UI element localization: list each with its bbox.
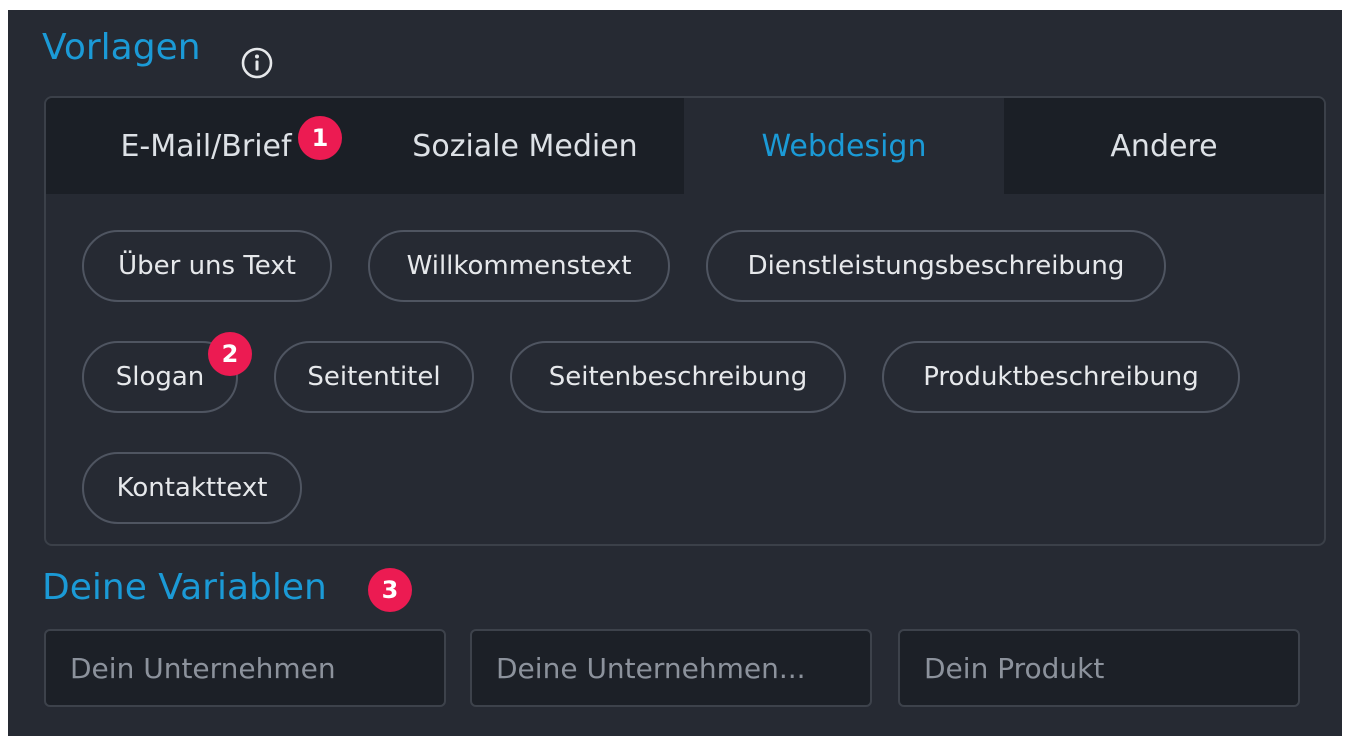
- templates-box: E-Mail/Brief Soziale Medien Webdesign An…: [44, 96, 1326, 546]
- chip-kontakttext[interactable]: Kontakttext: [82, 452, 302, 524]
- chip-produktbeschreibung[interactable]: Produktbeschreibung: [882, 341, 1240, 413]
- step-badge-1: 1: [298, 116, 342, 160]
- chip-seitentitel[interactable]: Seitentitel: [274, 341, 474, 413]
- variable-field-unternehmen-2[interactable]: Deine Unternehmen...: [470, 629, 872, 707]
- template-tabs: E-Mail/Brief Soziale Medien Webdesign An…: [46, 98, 1324, 194]
- step-badge-3: 3: [368, 568, 412, 612]
- templates-title: Vorlagen: [42, 27, 201, 68]
- variable-field-produkt[interactable]: Dein Produkt: [898, 629, 1300, 707]
- variables-title: Deine Variablen: [42, 567, 327, 608]
- templates-panel: Vorlagen E-Mail/Brief Soziale Medien Web…: [8, 10, 1342, 736]
- chip-willkommenstext[interactable]: Willkommenstext: [368, 230, 670, 302]
- chip-ueber-uns-text[interactable]: Über uns Text: [82, 230, 332, 302]
- tab-webdesign[interactable]: Webdesign: [684, 98, 1004, 194]
- info-icon[interactable]: [240, 46, 274, 80]
- tab-andere[interactable]: Andere: [1004, 98, 1324, 194]
- tab-soziale-medien[interactable]: Soziale Medien: [366, 98, 684, 194]
- chip-dienstleistungsbeschreibung[interactable]: Dienstleistungsbeschreibung: [706, 230, 1166, 302]
- step-badge-2: 2: [208, 332, 252, 376]
- chip-seitenbeschreibung[interactable]: Seitenbeschreibung: [510, 341, 846, 413]
- variable-field-unternehmen[interactable]: Dein Unternehmen: [44, 629, 446, 707]
